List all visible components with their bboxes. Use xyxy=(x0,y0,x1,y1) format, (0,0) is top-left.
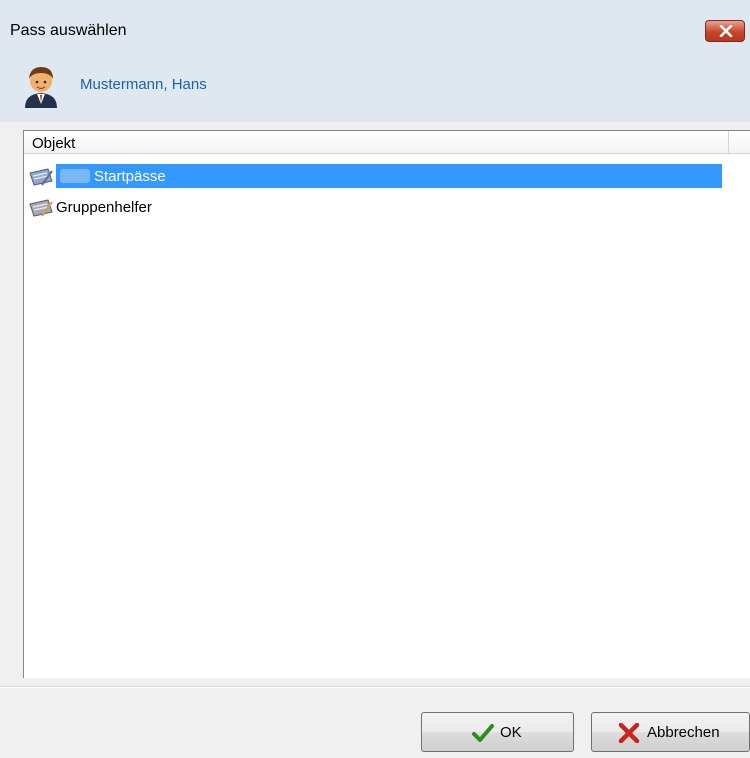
list-item-gruppenhelfer[interactable]: Gruppenhelfer xyxy=(24,195,729,219)
pass-card-icon xyxy=(29,199,53,217)
cancel-label: Abbrechen xyxy=(647,724,720,741)
ok-button[interactable]: OK xyxy=(421,712,574,752)
checkmark-icon xyxy=(472,724,494,742)
list-item-startpaesse[interactable]: Startpässe xyxy=(24,164,729,188)
user-name: Mustermann, Hans xyxy=(80,76,207,93)
column-header-objekt[interactable]: Objekt xyxy=(24,131,729,153)
red-x-icon xyxy=(618,723,640,743)
pass-list[interactable]: Objekt Startpässe Gruppenhelfer xyxy=(23,130,750,678)
close-x-icon xyxy=(719,25,733,37)
list-item-label: Gruppenhelfer xyxy=(56,199,152,216)
redacted-text xyxy=(60,169,90,183)
dialog-window: Pass auswählen Mustermann, Hans Objekt S… xyxy=(0,0,750,758)
title-bar: Pass auswählen xyxy=(0,0,750,46)
column-header-filler xyxy=(729,131,750,153)
list-header: Objekt xyxy=(24,131,750,154)
cancel-button[interactable]: Abbrechen xyxy=(591,712,750,752)
footer-divider-highlight xyxy=(0,687,750,688)
user-header: Mustermann, Hans xyxy=(0,46,750,122)
list-item-label: Startpässe xyxy=(94,168,166,185)
pass-card-icon xyxy=(29,168,53,186)
person-avatar-icon xyxy=(25,67,57,108)
window-title: Pass auswählen xyxy=(10,22,127,39)
ok-label: OK xyxy=(500,724,522,741)
close-button[interactable] xyxy=(705,20,745,42)
